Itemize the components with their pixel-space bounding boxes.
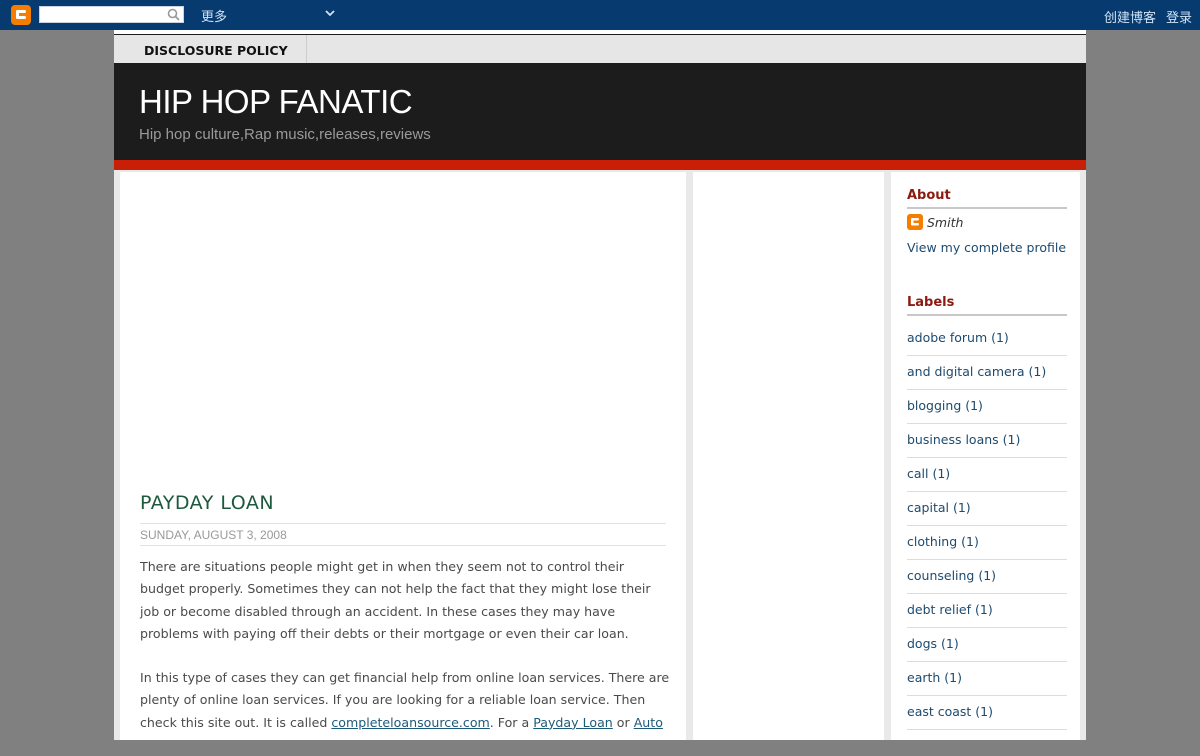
post-text: . For a: [489, 714, 534, 730]
tab-disclosure-policy[interactable]: DISCLOSURE POLICY: [114, 35, 307, 64]
divider: [907, 207, 1067, 209]
header-accent-bar: [114, 160, 1086, 170]
label-item[interactable]: counseling (1): [907, 560, 1067, 594]
sign-in-link[interactable]: 登录: [1166, 7, 1192, 26]
label-item[interactable]: and digital camera (1): [907, 356, 1067, 390]
payday-loan-link[interactable]: Payday Loan: [533, 715, 613, 730]
profile-name-link[interactable]: Smith: [927, 215, 963, 230]
create-blog-link[interactable]: 创建博客: [1104, 7, 1156, 26]
pages-bar: DISCLOSURE POLICY: [114, 34, 1086, 64]
search-icon[interactable]: [167, 8, 180, 21]
view-profile-link[interactable]: View my complete profile: [907, 240, 1066, 255]
content-area: PAYDAY LOAN SUNDAY, AUGUST 3, 2008 There…: [114, 170, 1086, 740]
label-item[interactable]: east coast (1): [907, 696, 1067, 730]
blog-description: Hip hop culture,Rap music,releases,revie…: [139, 126, 431, 143]
post-date: SUNDAY, AUGUST 3, 2008: [140, 528, 287, 542]
post-paragraph: In this type of cases they can get finan…: [140, 667, 670, 734]
label-item[interactable]: adobe forum (1): [907, 322, 1067, 356]
middle-column: [693, 172, 884, 740]
divider: [907, 314, 1067, 316]
search-input[interactable]: [39, 6, 184, 23]
post-paragraph: There are situations people might get in…: [140, 559, 651, 641]
auto-link[interactable]: Auto: [634, 715, 663, 730]
label-item[interactable]: earth (1): [907, 662, 1067, 696]
label-item[interactable]: blogging (1): [907, 390, 1067, 424]
label-item[interactable]: business loans (1): [907, 424, 1067, 458]
post-text: or: [612, 714, 634, 730]
divider: [140, 523, 666, 524]
tab-label: DISCLOSURE POLICY: [144, 43, 288, 58]
blogger-profile-icon: [907, 214, 923, 230]
sidebar: About Smith View my complete profile Lab…: [891, 172, 1080, 740]
blog-title[interactable]: HIP HOP FANATIC: [139, 83, 413, 121]
chevron-down-icon[interactable]: [324, 8, 336, 18]
divider: [140, 545, 666, 546]
blog-header: HIP HOP FANATIC Hip hop culture,Rap musi…: [114, 63, 1086, 160]
labels-widget-title: Labels: [907, 295, 955, 310]
labels-list: adobe forum (1) and digital camera (1) b…: [907, 322, 1067, 730]
label-item[interactable]: capital (1): [907, 492, 1067, 526]
blogger-navbar: 更多 创建博客 登录: [0, 0, 1200, 30]
label-item[interactable]: clothing (1): [907, 526, 1067, 560]
label-item[interactable]: debt relief (1): [907, 594, 1067, 628]
label-item[interactable]: call (1): [907, 458, 1067, 492]
about-widget-title: About: [907, 188, 951, 203]
post-body: There are situations people might get in…: [140, 556, 670, 756]
label-item[interactable]: dogs (1): [907, 628, 1067, 662]
main-column: PAYDAY LOAN SUNDAY, AUGUST 3, 2008 There…: [120, 172, 686, 740]
post-title[interactable]: PAYDAY LOAN: [140, 492, 274, 514]
blog-container: DISCLOSURE POLICY HIP HOP FANATIC Hip ho…: [114, 30, 1086, 740]
blogger-logo-icon[interactable]: [11, 5, 31, 25]
more-menu-label[interactable]: 更多: [201, 6, 227, 25]
completeloansource-link[interactable]: completeloansource.com: [331, 715, 489, 730]
